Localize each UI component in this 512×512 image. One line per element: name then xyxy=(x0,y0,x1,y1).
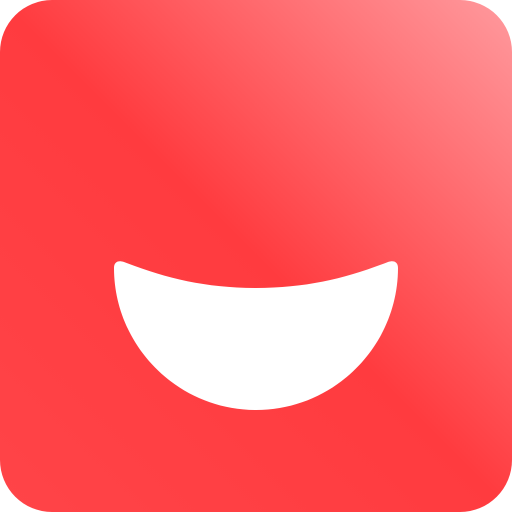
smile-app-icon xyxy=(0,0,512,512)
icon-background xyxy=(0,0,512,512)
app-icon-graphic xyxy=(0,0,512,512)
